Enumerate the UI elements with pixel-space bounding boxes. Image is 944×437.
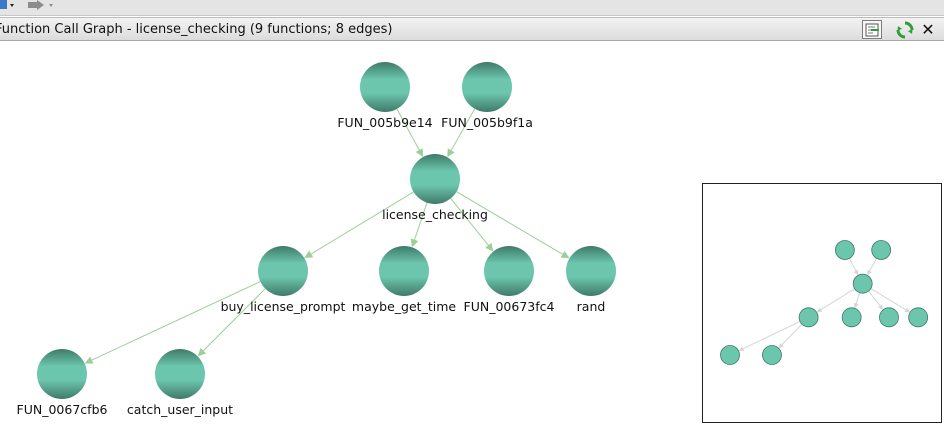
panel-header: Function Call Graph - license_checking (… xyxy=(0,17,944,41)
function-node[interactable] xyxy=(258,246,308,296)
graph-canvas[interactable]: FUN_005b9e14 FUN_005b9f1a license_checking… xyxy=(0,42,944,437)
function-node[interactable] xyxy=(484,246,534,296)
satellite-node xyxy=(871,240,892,260)
function-node-label: FUN_0067cfb6 xyxy=(16,402,108,417)
satellite-node xyxy=(834,240,855,260)
toolbar xyxy=(0,0,944,16)
function-node-label: FUN_005b9f1a xyxy=(441,115,533,130)
satellite-edge xyxy=(867,258,878,276)
function-node-label: license_checking xyxy=(382,207,488,222)
nav-forward-icon[interactable] xyxy=(28,0,54,12)
function-node-label: catch_user_input xyxy=(126,402,234,417)
satellite-edge xyxy=(778,323,803,349)
satellite-node xyxy=(908,307,929,328)
close-button[interactable]: ✕ xyxy=(918,20,938,39)
function-node[interactable] xyxy=(155,349,205,399)
satellite-edge xyxy=(853,292,861,309)
satellite-graph xyxy=(720,240,929,365)
satellite-node xyxy=(879,307,899,328)
function-node-label: rand xyxy=(576,299,606,314)
refresh-button[interactable] xyxy=(895,20,915,39)
satellite-view[interactable] xyxy=(702,183,942,423)
satellite-node xyxy=(762,345,782,365)
satellite-edge xyxy=(868,290,884,310)
satellite-node xyxy=(798,307,819,328)
function-node-label: maybe_get_time xyxy=(351,299,457,314)
export-graph-button[interactable] xyxy=(862,20,882,39)
satellite-node xyxy=(841,307,862,328)
panel-title: Function Call Graph - license_checking (… xyxy=(0,22,393,37)
function-node-label: FUN_005b9e14 xyxy=(337,115,433,130)
function-node[interactable] xyxy=(360,62,410,112)
function-node[interactable] xyxy=(379,246,429,296)
function-node[interactable] xyxy=(37,349,87,399)
satellite-edge xyxy=(848,258,859,276)
nav-back-icon[interactable] xyxy=(0,0,14,12)
satellite-node xyxy=(720,345,740,365)
export-graph-icon xyxy=(865,23,879,36)
close-icon: ✕ xyxy=(921,20,935,39)
function-node[interactable] xyxy=(566,246,616,296)
function-node-label: FUN_00673fc4 xyxy=(463,299,555,314)
function-node[interactable] xyxy=(410,154,460,204)
function-node-label: buy_license_prompt xyxy=(220,299,346,314)
satellite-node xyxy=(852,273,873,294)
function-node[interactable] xyxy=(462,62,512,112)
refresh-icon xyxy=(896,21,914,38)
